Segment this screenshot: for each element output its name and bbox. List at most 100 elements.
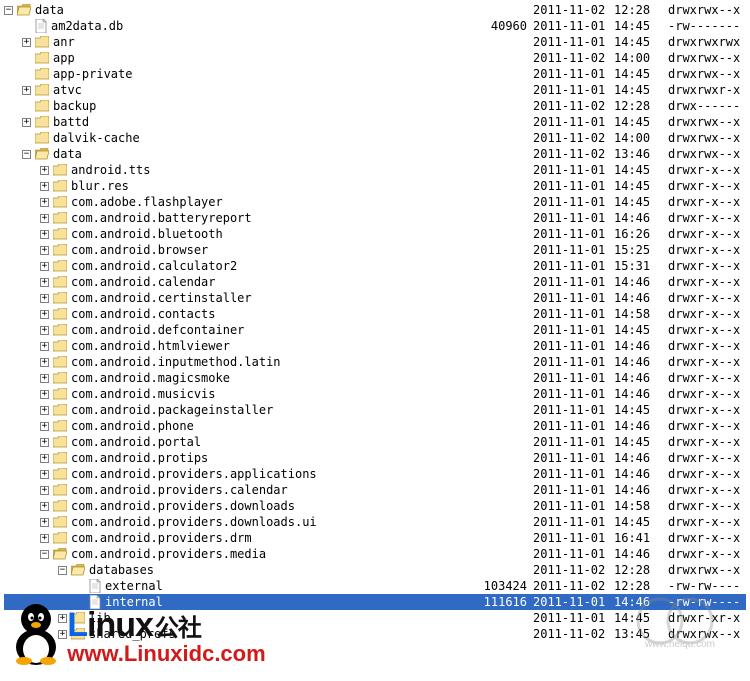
collapse-icon[interactable]: − [22, 150, 31, 159]
expand-icon[interactable]: + [22, 118, 31, 127]
tree-row[interactable]: +com.android.packageinstaller2011-11-011… [4, 402, 746, 418]
item-name[interactable]: internal [105, 595, 163, 609]
expand-icon[interactable]: + [40, 326, 49, 335]
tree-row[interactable]: −data2011-11-0212:28drwxrwx--x [4, 2, 746, 18]
expand-icon[interactable]: + [40, 294, 49, 303]
expand-icon[interactable]: + [58, 614, 67, 623]
item-name[interactable]: anr [53, 35, 75, 49]
tree-row[interactable]: −data2011-11-0213:46drwxrwx--x [4, 146, 746, 162]
expand-icon[interactable]: + [40, 342, 49, 351]
expand-icon[interactable]: + [40, 502, 49, 511]
item-name[interactable]: com.android.htmlviewer [71, 339, 230, 353]
item-name[interactable]: com.android.magicsmoke [71, 371, 230, 385]
expand-icon[interactable]: + [40, 182, 49, 191]
tree-row[interactable]: +android.tts2011-11-0114:45drwxr-x--x [4, 162, 746, 178]
tree-row[interactable]: +battd2011-11-0114:45drwxrwx--x [4, 114, 746, 130]
tree-row[interactable]: +com.android.providers.downloads.ui2011-… [4, 514, 746, 530]
tree-row[interactable]: app-private2011-11-0114:45drwxrwx--x [4, 66, 746, 82]
collapse-icon[interactable]: − [58, 566, 67, 575]
item-name[interactable]: com.android.musicvis [71, 387, 216, 401]
tree-row[interactable]: +com.android.batteryreport2011-11-0114:4… [4, 210, 746, 226]
tree-row[interactable]: +lib2011-11-0114:45drwxr-xr-x [4, 610, 746, 626]
tree-row[interactable]: app2011-11-0214:00drwxrwx--x [4, 50, 746, 66]
expand-icon[interactable]: + [40, 214, 49, 223]
tree-row[interactable]: +com.android.protips2011-11-0114:46drwxr… [4, 450, 746, 466]
item-name[interactable]: atvc [53, 83, 82, 97]
item-name[interactable]: com.android.portal [71, 435, 201, 449]
item-name[interactable]: com.android.certinstaller [71, 291, 252, 305]
expand-icon[interactable]: + [40, 246, 49, 255]
expand-icon[interactable]: + [40, 422, 49, 431]
item-name[interactable]: app-private [53, 67, 132, 81]
tree-row[interactable]: am2data.db409602011-11-0114:45-rw------- [4, 18, 746, 34]
tree-row[interactable]: −com.android.providers.media2011-11-0114… [4, 546, 746, 562]
expand-icon[interactable]: + [40, 166, 49, 175]
tree-row[interactable]: dalvik-cache2011-11-0214:00drwxrwx--x [4, 130, 746, 146]
item-name[interactable]: com.android.browser [71, 243, 208, 257]
tree-row[interactable]: +com.android.inputmethod.latin2011-11-01… [4, 354, 746, 370]
tree-row[interactable]: +com.android.htmlviewer2011-11-0114:46dr… [4, 338, 746, 354]
tree-row[interactable]: +com.android.bluetooth2011-11-0116:26drw… [4, 226, 746, 242]
tree-row[interactable]: +blur.res2011-11-0114:45drwxr-x--x [4, 178, 746, 194]
expand-icon[interactable]: + [40, 310, 49, 319]
expand-icon[interactable]: + [40, 358, 49, 367]
tree-row[interactable]: internal1116162011-11-0114:46-rw-rw---- [4, 594, 746, 610]
tree-row[interactable]: +com.android.browser2011-11-0115:25drwxr… [4, 242, 746, 258]
item-name[interactable]: com.android.providers.applications [71, 467, 317, 481]
collapse-icon[interactable]: − [40, 550, 49, 559]
expand-icon[interactable]: + [22, 38, 31, 47]
item-name[interactable]: com.android.calendar [71, 275, 216, 289]
collapse-icon[interactable]: − [4, 6, 13, 15]
item-name[interactable]: com.android.protips [71, 451, 208, 465]
expand-icon[interactable]: + [40, 534, 49, 543]
expand-icon[interactable]: + [40, 406, 49, 415]
tree-row[interactable]: +shared_prefs2011-11-0213:45drwxrwx--x [4, 626, 746, 642]
expand-icon[interactable]: + [22, 86, 31, 95]
tree-row[interactable]: +atvc2011-11-0114:45drwxrwxr-x [4, 82, 746, 98]
item-name[interactable]: com.android.defcontainer [71, 323, 244, 337]
item-name[interactable]: data [35, 3, 64, 17]
item-name[interactable]: com.android.packageinstaller [71, 403, 273, 417]
tree-row[interactable]: +com.android.musicvis2011-11-0114:46drwx… [4, 386, 746, 402]
item-name[interactable]: com.android.phone [71, 419, 194, 433]
item-name[interactable]: data [53, 147, 82, 161]
tree-row[interactable]: +com.android.calculator22011-11-0115:31d… [4, 258, 746, 274]
tree-row[interactable]: +com.android.certinstaller2011-11-0114:4… [4, 290, 746, 306]
item-name[interactable]: databases [89, 563, 154, 577]
item-name[interactable]: com.android.providers.calendar [71, 483, 288, 497]
expand-icon[interactable]: + [40, 518, 49, 527]
item-name[interactable]: backup [53, 99, 96, 113]
item-name[interactable]: com.android.providers.media [71, 547, 266, 561]
expand-icon[interactable]: + [40, 278, 49, 287]
item-name[interactable]: app [53, 51, 75, 65]
item-name[interactable]: android.tts [71, 163, 150, 177]
tree-row[interactable]: −databases2011-11-0212:28drwxrwx--x [4, 562, 746, 578]
tree-row[interactable]: +com.android.providers.downloads2011-11-… [4, 498, 746, 514]
tree-row[interactable]: +com.android.providers.applications2011-… [4, 466, 746, 482]
item-name[interactable]: com.android.providers.downloads [71, 499, 295, 513]
tree-row[interactable]: +com.android.phone2011-11-0114:46drwxr-x… [4, 418, 746, 434]
expand-icon[interactable]: + [40, 438, 49, 447]
tree-row[interactable]: +anr2011-11-0114:45drwxrwxrwx [4, 34, 746, 50]
tree-row[interactable]: +com.android.magicsmoke2011-11-0114:46dr… [4, 370, 746, 386]
item-name[interactable]: com.android.bluetooth [71, 227, 223, 241]
item-name[interactable]: com.android.inputmethod.latin [71, 355, 281, 369]
tree-row[interactable]: +com.android.providers.drm2011-11-0116:4… [4, 530, 746, 546]
item-name[interactable]: am2data.db [51, 19, 123, 33]
expand-icon[interactable]: + [40, 198, 49, 207]
item-name[interactable]: external [105, 579, 163, 593]
expand-icon[interactable]: + [40, 390, 49, 399]
item-name[interactable]: com.android.providers.drm [71, 531, 252, 545]
expand-icon[interactable]: + [58, 630, 67, 639]
item-name[interactable]: battd [53, 115, 89, 129]
tree-row[interactable]: +com.android.providers.calendar2011-11-0… [4, 482, 746, 498]
expand-icon[interactable]: + [40, 486, 49, 495]
tree-row[interactable]: +com.adobe.flashplayer2011-11-0114:45drw… [4, 194, 746, 210]
item-name[interactable]: com.android.contacts [71, 307, 216, 321]
tree-row[interactable]: +com.android.defcontainer2011-11-0114:45… [4, 322, 746, 338]
item-name[interactable]: dalvik-cache [53, 131, 140, 145]
file-tree[interactable]: −data2011-11-0212:28drwxrwx--xam2data.db… [0, 0, 750, 644]
item-name[interactable]: shared_prefs [89, 627, 176, 641]
expand-icon[interactable]: + [40, 374, 49, 383]
item-name[interactable]: com.android.calculator2 [71, 259, 237, 273]
